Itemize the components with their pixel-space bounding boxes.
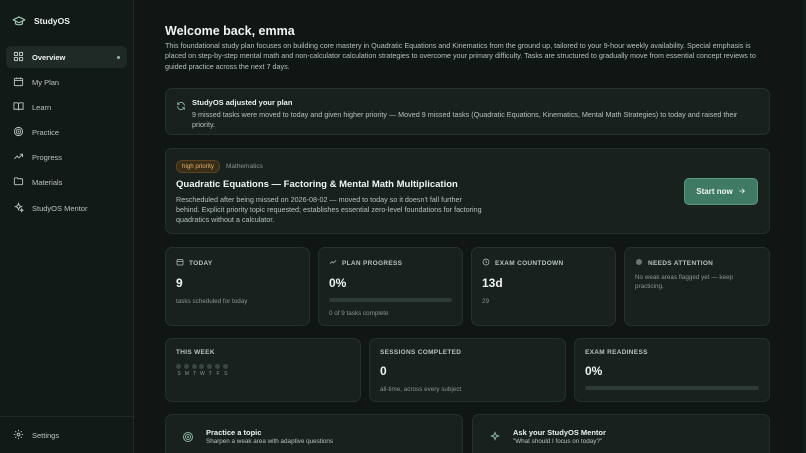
sessions-note: all-time, across every subject	[380, 386, 462, 393]
brand[interactable]: StudyOS	[0, 0, 133, 42]
week-day-dot	[191, 364, 197, 369]
trending-up-icon	[329, 258, 337, 268]
sparkles-icon	[13, 201, 25, 215]
settings-label: Settings	[32, 430, 60, 440]
page-title: Welcome back, emma	[165, 24, 295, 38]
task-title: Quadratic Equations — Factoring & Mental…	[176, 179, 458, 190]
exam-countdown-value: 13d	[482, 276, 503, 290]
week-day-labels: SMTWTFS	[176, 371, 350, 377]
alert-icon	[635, 258, 643, 268]
arrow-right-icon	[738, 187, 746, 197]
notice-body: 9 missed tasks were moved to today and g…	[192, 110, 738, 129]
week-day-dot	[214, 364, 220, 369]
settings-button[interactable]: Settings	[0, 416, 133, 453]
sidebar-item-label: Learn	[32, 102, 52, 112]
gear-icon	[13, 429, 24, 442]
graduation-cap-icon	[11, 13, 27, 29]
week-day-label: S	[224, 371, 228, 377]
stat-label: SESSIONS COMPLETED	[380, 349, 462, 356]
start-now-button[interactable]: Start now	[684, 178, 758, 205]
needs-attention-card: NEEDS ATTENTION No weak areas flagged ye…	[624, 247, 770, 326]
sparkles-icon	[487, 429, 503, 445]
week-day-label: W	[200, 371, 205, 377]
today-card: TODAY 9 tasks scheduled for today	[165, 247, 310, 326]
stat-label: TODAY	[189, 259, 213, 267]
plan-progress-bar	[329, 298, 452, 302]
sidebar-item-mentor[interactable]: StudyOS Mentor	[6, 197, 127, 219]
this-week-card: THIS WEEK SMTWTFS	[165, 338, 361, 402]
action-subtitle: Sharpen a weak area with adaptive questi…	[206, 438, 334, 445]
sidebar-item-overview[interactable]: Overview	[6, 46, 127, 68]
action-title: Ask your StudyOS Mentor	[513, 428, 606, 437]
week-day-dot	[183, 364, 189, 369]
sidebar-item-label: Progress	[32, 153, 63, 163]
sidebar-item-progress[interactable]: Progress	[6, 147, 127, 169]
grid-icon	[13, 51, 24, 64]
priority-badge: high priority	[176, 160, 220, 173]
refresh-icon	[176, 98, 186, 130]
week-day-dot	[199, 364, 205, 369]
action-title: Practice a topic	[206, 428, 262, 437]
sidebar-item-my-plan[interactable]: My Plan	[6, 71, 127, 93]
sidebar-item-learn[interactable]: Learn	[6, 96, 127, 118]
week-day-label: T	[208, 371, 212, 377]
stat-label: THIS WEEK	[176, 349, 215, 356]
action-subtitle: "What should I focus on today?"	[513, 438, 603, 445]
trending-up-icon	[13, 151, 24, 164]
stat-label: EXAM READINESS	[585, 349, 648, 356]
active-indicator	[117, 55, 120, 59]
calendar-icon	[176, 258, 184, 268]
task-description: Rescheduled after being missed on 2026-0…	[176, 195, 482, 224]
exam-readiness-card: EXAM READINESS 0%	[574, 338, 770, 402]
readiness-value: 0%	[585, 364, 603, 378]
sidebar-item-label: Overview	[32, 52, 66, 62]
plan-progress-card: PLAN PROGRESS 0% 0 of 9 tasks complete	[318, 247, 463, 326]
needs-attention-note: No weak areas flagged yet — keep practic…	[635, 274, 734, 290]
week-day-label: M	[184, 371, 189, 377]
week-day-label: T	[193, 371, 197, 377]
sidebar-item-practice[interactable]: Practice	[6, 122, 127, 144]
clock-icon	[482, 258, 490, 268]
exam-countdown-card: EXAM COUNTDOWN 13d 29	[471, 247, 616, 326]
subject-label: Mathematics	[225, 163, 263, 170]
plan-progress-value: 0%	[329, 276, 347, 290]
brand-name: StudyOS	[34, 16, 70, 26]
folder-icon	[13, 176, 24, 189]
sidebar-item-label: My Plan	[32, 77, 60, 87]
book-icon	[13, 101, 24, 114]
exam-countdown-note: 29	[482, 298, 490, 305]
calendar-icon	[13, 76, 24, 89]
target-icon	[13, 126, 24, 139]
stat-label: EXAM COUNTDOWN	[495, 259, 564, 267]
today-value: 9	[176, 276, 183, 290]
notice-title: StudyOS adjusted your plan	[192, 98, 293, 107]
priority-task-card: high priority Mathematics Quadratic Equa…	[165, 148, 770, 234]
start-label: Start now	[696, 187, 733, 196]
sidebar: StudyOS Overview My Plan Learn Practice …	[0, 0, 134, 453]
week-day-label: S	[177, 371, 181, 377]
plan-intro: This foundational study plan focuses on …	[165, 41, 756, 71]
today-note: tasks scheduled for today	[176, 298, 248, 305]
sidebar-item-label: Practice	[32, 128, 60, 138]
week-day-dot	[222, 364, 228, 369]
week-day-dot	[176, 364, 181, 369]
readiness-bar	[585, 386, 759, 390]
plan-progress-note: 0 of 9 tasks complete	[329, 309, 389, 317]
plan-adjusted-notice: StudyOS adjusted your plan 9 missed task…	[165, 88, 770, 135]
sidebar-nav: Overview My Plan Learn Practice Progress…	[0, 46, 133, 219]
week-day-label: F	[216, 371, 220, 377]
sessions-card: SESSIONS COMPLETED 0 all-time, across ev…	[369, 338, 566, 402]
sidebar-item-label: StudyOS Mentor	[32, 203, 88, 213]
stat-label: PLAN PROGRESS	[342, 259, 403, 267]
sessions-value: 0	[380, 364, 387, 378]
practice-topic-card[interactable]: Practice a topic Sharpen a weak area wit…	[165, 414, 463, 453]
ask-mentor-card[interactable]: Ask your StudyOS Mentor "What should I f…	[472, 414, 770, 453]
stat-label: NEEDS ATTENTION	[648, 259, 714, 267]
sidebar-item-label: Materials	[32, 178, 63, 188]
target-icon	[180, 429, 196, 445]
sidebar-item-materials[interactable]: Materials	[6, 172, 127, 194]
week-day-dot	[207, 364, 213, 369]
week-dots	[176, 364, 350, 369]
